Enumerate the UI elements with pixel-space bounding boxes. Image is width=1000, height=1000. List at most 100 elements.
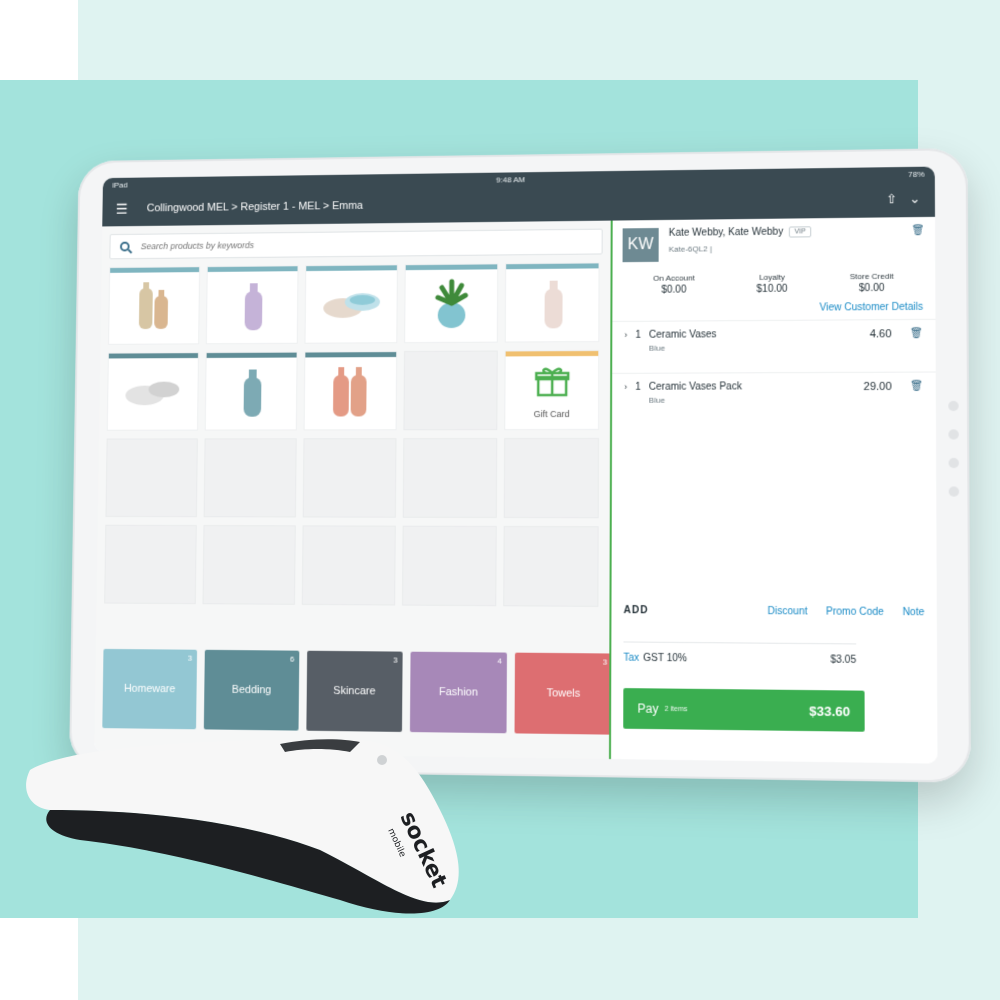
- category-bar: Homeware 3 Bedding 6 Skincare 3 Fashion …: [102, 649, 612, 735]
- line-name: Ceramic Vases: [649, 329, 717, 340]
- plant-pot-icon: [421, 273, 481, 333]
- chevron-right-icon[interactable]: ›: [624, 330, 627, 340]
- line-variant: Blue: [649, 395, 742, 404]
- note-button[interactable]: Note: [902, 607, 924, 618]
- view-customer-details-link[interactable]: View Customer Details: [612, 294, 935, 321]
- loyalty-value: $10.00: [756, 284, 787, 295]
- pay-button[interactable]: Pay 2 items $33.60: [623, 688, 864, 732]
- empty-tile: [104, 525, 197, 604]
- side-buttons: [948, 401, 959, 497]
- product-tile[interactable]: [305, 264, 398, 343]
- vip-badge: VIP: [789, 226, 811, 237]
- product-tile[interactable]: [505, 262, 600, 342]
- chevron-right-icon[interactable]: ›: [624, 382, 627, 392]
- battery-level: 78%: [908, 169, 924, 178]
- breadcrumb: Collingwood MEL > Register 1 - MEL > Emm…: [147, 200, 363, 214]
- remove-customer-trash-icon[interactable]: 🗑: [912, 225, 925, 236]
- category-fashion[interactable]: Fashion 4: [410, 652, 507, 734]
- tax-row: Tax GST 10% $3.05: [623, 641, 856, 666]
- ipad-device: iPad 9:48 AM 78% ☰ Collingwood MEL > Reg…: [69, 148, 971, 783]
- gift-card-tile[interactable]: Gift Card: [504, 350, 599, 430]
- line-price: 4.60: [870, 328, 892, 340]
- search-icon: [120, 242, 129, 252]
- cart-line[interactable]: › 1 Ceramic Vases Pack Blue 29.00 🗑: [612, 372, 936, 425]
- category-label: Towels: [546, 687, 580, 700]
- sale-panel: KW Kate Webby, Kate Webby VIP Kate-6QL2 …: [609, 217, 938, 764]
- customer-balances: On Account $0.00 Loyalty $10.00 Store Cr…: [612, 267, 935, 296]
- product-tile[interactable]: [304, 351, 398, 430]
- empty-tile: [403, 351, 497, 431]
- search-bar[interactable]: [109, 229, 602, 260]
- product-tile[interactable]: [404, 263, 498, 343]
- category-skincare[interactable]: Skincare 3: [306, 651, 402, 732]
- product-tile[interactable]: [205, 352, 298, 431]
- customer-code: Kate-6QL2 |: [669, 243, 811, 253]
- vase-icon: [223, 275, 282, 334]
- tax-label[interactable]: Tax: [623, 653, 639, 664]
- tax-amount: $3.05: [830, 654, 856, 666]
- category-towels[interactable]: Towels 3: [515, 653, 613, 735]
- discount-button[interactable]: Discount: [768, 606, 808, 617]
- category-count: 4: [497, 656, 501, 665]
- trash-icon[interactable]: 🗑: [910, 328, 923, 339]
- product-panel: Gift Card Homeware 3: [94, 221, 610, 759]
- on-account-value: $0.00: [653, 284, 695, 295]
- category-bedding[interactable]: Bedding 6: [204, 650, 300, 731]
- empty-tile: [302, 525, 396, 605]
- product-grid: Gift Card: [104, 262, 602, 607]
- pay-total: $33.60: [809, 703, 850, 719]
- gift-icon: [532, 361, 572, 401]
- category-label: Fashion: [439, 686, 478, 699]
- gift-card-label: Gift Card: [505, 409, 598, 419]
- share-icon[interactable]: ⇧: [886, 191, 897, 207]
- category-count: 3: [393, 656, 397, 665]
- line-price: 29.00: [863, 381, 891, 393]
- empty-tile: [203, 525, 296, 605]
- add-actions: ADD Discount Promo Code Note: [611, 605, 936, 618]
- tax-name: GST 10%: [643, 653, 687, 665]
- add-label: ADD: [624, 605, 649, 616]
- loyalty-label: Loyalty: [756, 273, 787, 282]
- bowls-icon: [317, 274, 386, 334]
- empty-tile: [503, 526, 598, 607]
- line-qty: 1: [635, 330, 641, 341]
- category-count: 3: [603, 657, 608, 666]
- empty-tile: [303, 438, 397, 518]
- vase-icon: [522, 272, 582, 332]
- line-name: Ceramic Vases Pack: [649, 381, 742, 392]
- product-tile[interactable]: [206, 265, 299, 344]
- empty-tile: [105, 438, 197, 517]
- empty-tile: [504, 438, 599, 518]
- product-tile[interactable]: [108, 266, 200, 345]
- pay-items-count: 2 items: [664, 705, 687, 712]
- empty-tile: [403, 438, 498, 518]
- line-variant: Blue: [649, 343, 717, 352]
- vase-icon: [222, 362, 281, 421]
- bowls-icon: [119, 362, 187, 421]
- vases-icon: [125, 276, 183, 335]
- chevron-down-icon[interactable]: ⌄: [909, 191, 920, 207]
- menu-icon[interactable]: ☰: [116, 200, 128, 217]
- pay-label: Pay: [637, 701, 658, 715]
- category-homeware[interactable]: Homeware 3: [102, 649, 197, 729]
- category-count: 3: [188, 654, 192, 663]
- store-credit-value: $0.00: [850, 283, 894, 294]
- promo-code-button[interactable]: Promo Code: [826, 606, 884, 618]
- category-label: Skincare: [333, 685, 375, 697]
- empty-tile: [204, 438, 297, 517]
- barcode-scanner: socket mobile: [20, 730, 470, 920]
- search-input[interactable]: [141, 237, 592, 252]
- vases-icon: [321, 361, 380, 420]
- store-credit-label: Store Credit: [850, 272, 894, 281]
- category-label: Homeware: [124, 683, 176, 695]
- product-tile[interactable]: [107, 352, 199, 431]
- category-label: Bedding: [232, 684, 272, 696]
- customer-name: Kate Webby, Kate Webby: [669, 227, 783, 239]
- customer-card[interactable]: KW Kate Webby, Kate Webby VIP Kate-6QL2 …: [613, 217, 936, 270]
- device-label: iPad: [112, 180, 127, 189]
- trash-icon[interactable]: 🗑: [910, 381, 923, 392]
- avatar: KW: [623, 228, 659, 262]
- pos-screen: iPad 9:48 AM 78% ☰ Collingwood MEL > Reg…: [94, 167, 937, 764]
- cart-line[interactable]: › 1 Ceramic Vases Blue 4.60 🗑: [612, 319, 936, 373]
- line-qty: 1: [635, 382, 641, 393]
